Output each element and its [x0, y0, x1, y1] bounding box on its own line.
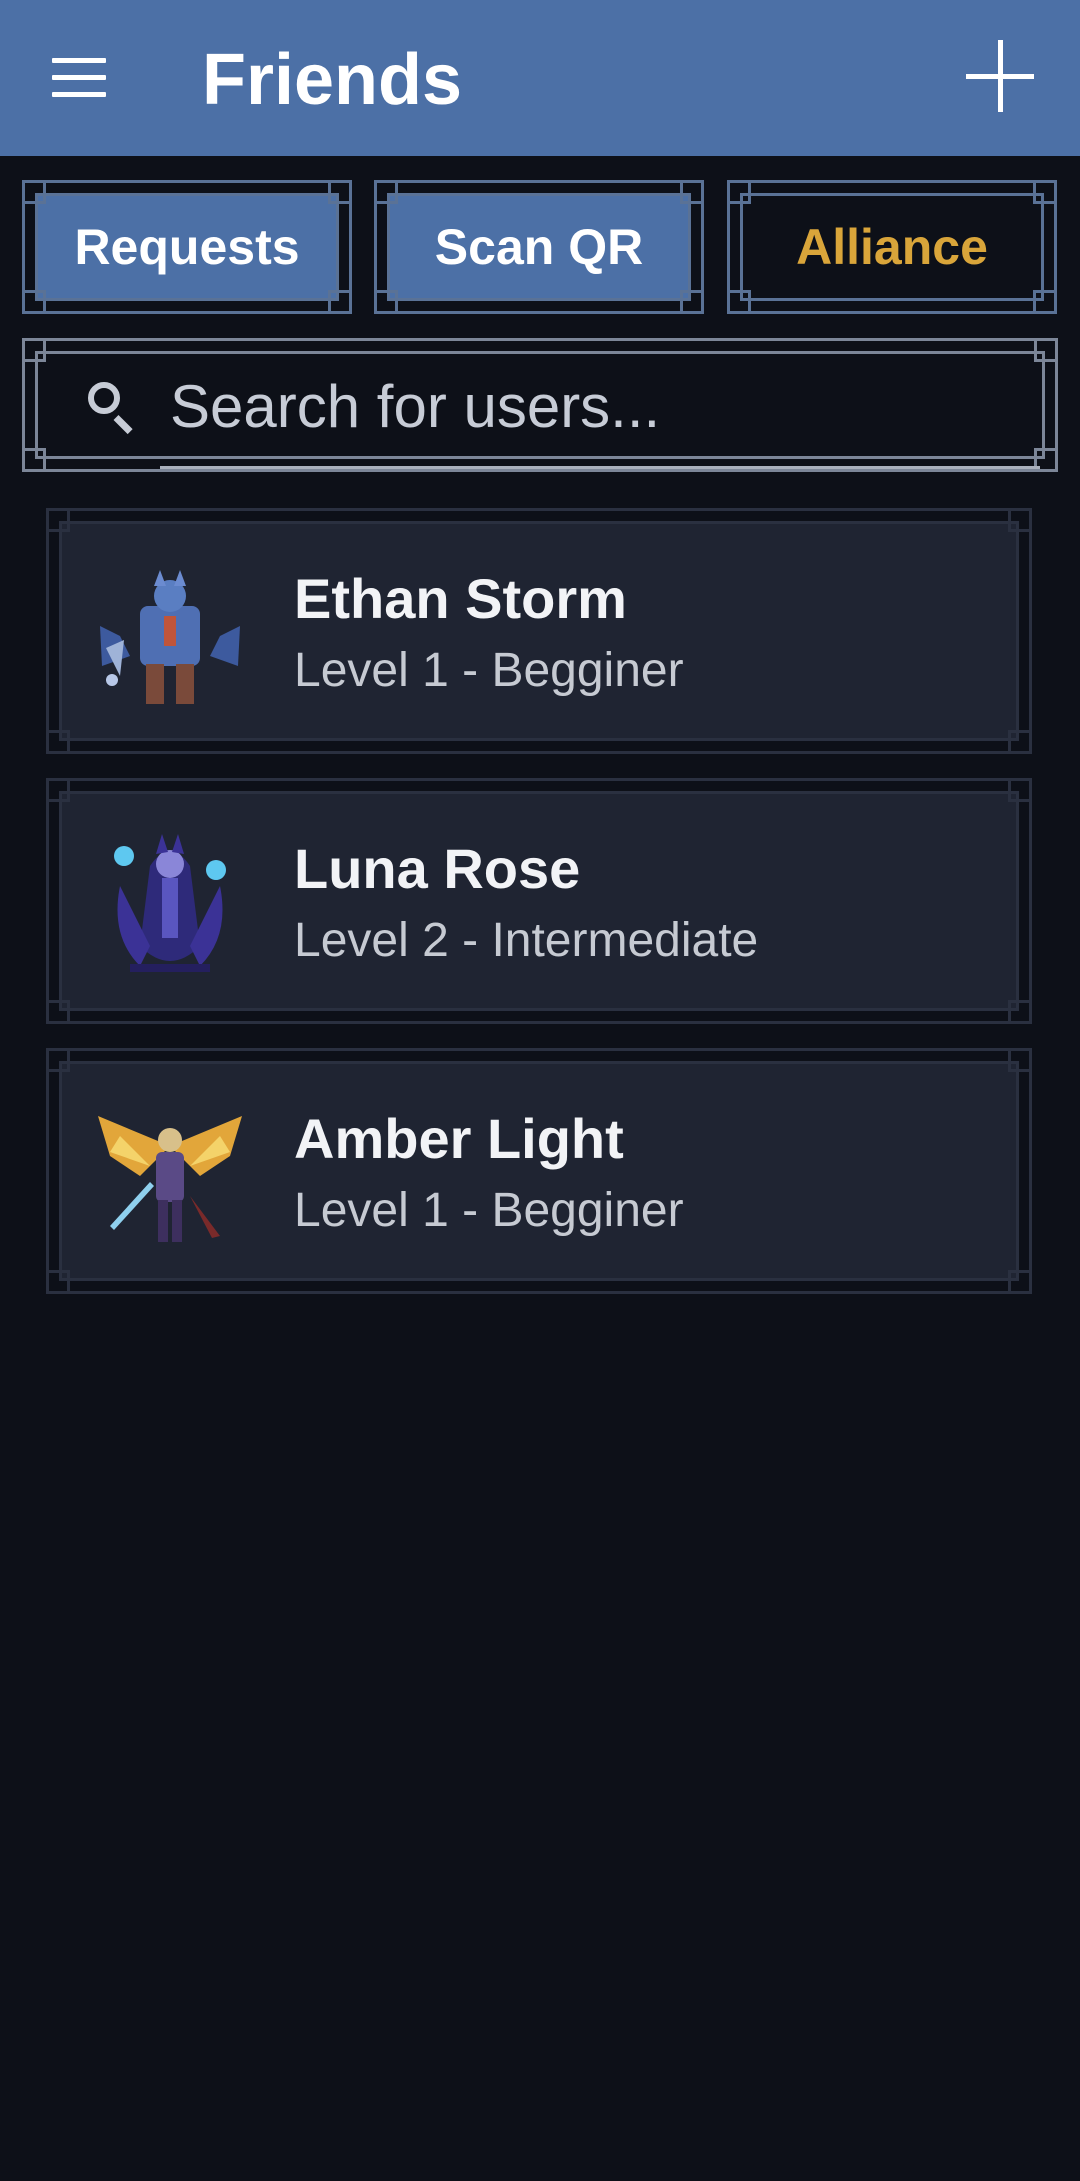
winged-valkyrie-avatar [98, 1116, 242, 1242]
sorceress-avatar [114, 834, 226, 972]
friend-level: Level 1 - Begginer [294, 1184, 684, 1237]
friend-level: Level 2 - Intermediate [294, 914, 759, 967]
search-icon [86, 380, 140, 435]
friend-name: Ethan Storm [294, 567, 627, 630]
add-icon[interactable] [966, 40, 1034, 112]
armored-knight-avatar [100, 570, 240, 704]
friend-level: Level 1 - Begginer [294, 644, 684, 697]
menu-icon[interactable] [52, 58, 106, 98]
app-bar: Friends [0, 0, 1080, 156]
tab-alliance[interactable]: Alliance [727, 180, 1057, 314]
page-title: Friends [202, 40, 463, 120]
friend-name: Luna Rose [294, 837, 581, 900]
tab-label: Alliance [796, 219, 988, 275]
search-underline [160, 466, 1040, 469]
tab-scan-qr[interactable]: Scan QR [374, 180, 704, 314]
tab-label: Requests [74, 219, 300, 275]
tab-label: Scan QR [434, 219, 644, 275]
tab-requests[interactable]: Requests [22, 180, 352, 314]
search-input[interactable] [170, 364, 1010, 448]
friend-name: Amber Light [294, 1107, 624, 1170]
